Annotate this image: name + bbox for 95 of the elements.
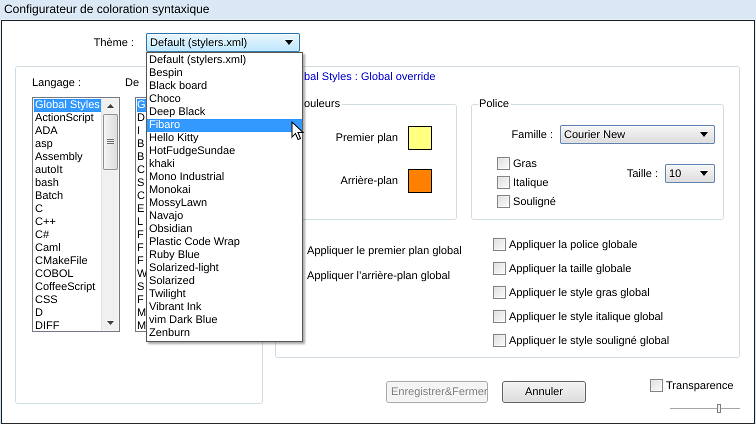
checkbox-label: Appliquer la taille globale bbox=[509, 262, 632, 274]
color-swatch[interactable] bbox=[408, 126, 432, 150]
language-item[interactable]: C# bbox=[34, 229, 101, 242]
scrollbar-thumb[interactable] bbox=[103, 114, 118, 170]
language-item[interactable]: Batch bbox=[34, 190, 101, 203]
language-item[interactable]: CoffeeScript bbox=[34, 281, 101, 294]
checkbox-label: Appliquer le style souligné global bbox=[509, 334, 670, 346]
language-item[interactable]: autoIt bbox=[34, 164, 101, 177]
checkbox[interactable] bbox=[497, 176, 510, 189]
theme-option[interactable]: Navajo bbox=[147, 210, 302, 223]
checkbox[interactable] bbox=[493, 286, 506, 299]
style-item[interactable]: D bbox=[137, 112, 147, 125]
checkbox-label: Italique bbox=[513, 176, 548, 188]
slider-thumb[interactable] bbox=[717, 404, 721, 413]
language-item[interactable]: D bbox=[34, 307, 101, 320]
theme-option[interactable]: Zenburn bbox=[147, 327, 302, 340]
checkbox-label: Transparence bbox=[666, 380, 734, 392]
language-item[interactable]: C++ bbox=[34, 216, 101, 229]
theme-dropdown[interactable]: Default (stylers.xml) bbox=[146, 33, 300, 52]
style-label: De bbox=[125, 77, 140, 90]
checkbox-label: Appliquer le style italique global bbox=[509, 310, 664, 322]
color-label: Premier plan bbox=[336, 132, 398, 144]
theme-option[interactable]: Deep Black bbox=[147, 106, 302, 119]
family-dropdown[interactable]: Courier New bbox=[560, 125, 715, 144]
language-item[interactable]: Caml bbox=[34, 242, 101, 255]
theme-option[interactable]: Bespin bbox=[147, 67, 302, 80]
color-swatch[interactable] bbox=[408, 169, 432, 193]
language-item[interactable]: CMakeFile bbox=[34, 255, 101, 268]
checkbox[interactable] bbox=[650, 379, 663, 392]
transparency-slider[interactable] bbox=[670, 404, 740, 414]
language-item[interactable]: ActionScript bbox=[34, 112, 101, 125]
theme-option[interactable]: Monokai bbox=[147, 184, 302, 197]
theme-option[interactable]: Black board bbox=[147, 80, 302, 93]
checkbox-label: Appliquer la police globale bbox=[509, 238, 638, 250]
style-heading: bal Styles : Global override bbox=[304, 71, 436, 85]
language-item[interactable]: bash bbox=[34, 177, 101, 190]
theme-option[interactable]: vim Dark Blue bbox=[147, 314, 302, 327]
language-item[interactable]: ADA bbox=[34, 125, 101, 138]
theme-option[interactable]: khaki bbox=[147, 158, 302, 171]
theme-option[interactable]: Plastic Code Wrap bbox=[147, 236, 302, 249]
theme-option[interactable]: Obsidian bbox=[147, 223, 302, 236]
dialog-button[interactable]: Annuler bbox=[502, 381, 586, 403]
caret-icon bbox=[700, 171, 708, 176]
theme-option[interactable]: HotFudgeSundae bbox=[147, 145, 302, 158]
style-item[interactable]: E bbox=[137, 203, 147, 216]
theme-option[interactable]: Solarized-light bbox=[147, 262, 302, 275]
theme-option[interactable]: Twilight bbox=[147, 288, 302, 301]
caret-icon bbox=[285, 40, 293, 45]
theme-option[interactable]: Default (stylers.xml) bbox=[147, 54, 302, 67]
style-item[interactable]: B bbox=[137, 151, 147, 164]
style-item[interactable]: F bbox=[137, 294, 147, 307]
style-item[interactable]: L bbox=[137, 216, 147, 229]
window-title: Configurateur de coloration syntaxique bbox=[4, 2, 210, 16]
size-dropdown[interactable]: 10 bbox=[665, 164, 715, 183]
caret-icon bbox=[700, 132, 708, 137]
style-item[interactable]: F bbox=[137, 255, 147, 268]
style-item[interactable]: I bbox=[137, 125, 147, 138]
style-item[interactable]: F bbox=[137, 229, 147, 242]
language-label: Langage : bbox=[32, 77, 81, 90]
style-item[interactable]: C bbox=[137, 190, 147, 203]
checkbox[interactable] bbox=[493, 238, 506, 251]
checkbox-label: Souligné bbox=[513, 196, 556, 208]
theme-option[interactable]: MossyLawn bbox=[147, 197, 302, 210]
option-label: Appliquer le premier plan global bbox=[306, 245, 463, 258]
language-list[interactable]: Global Styles ActionScript ADA asp Assembly autoIt bash Batch C C++ C# Caml CMakeFile COBOL CoffeeScript CSS D DIFF bbox=[32, 97, 120, 332]
checkbox[interactable] bbox=[497, 195, 510, 208]
language-item[interactable]: C bbox=[34, 203, 101, 216]
language-item[interactable]: DIFF bbox=[34, 320, 101, 333]
style-item[interactable]: M bbox=[137, 320, 147, 331]
option-label: Appliquer l’arrière-plan global bbox=[306, 270, 452, 283]
theme-option[interactable]: Choco bbox=[147, 93, 302, 106]
language-item[interactable]: asp bbox=[34, 138, 101, 151]
checkbox[interactable] bbox=[493, 310, 506, 323]
checkbox[interactable] bbox=[493, 334, 506, 347]
language-item[interactable]: COBOL bbox=[34, 268, 101, 281]
checkbox-label: Gras bbox=[513, 158, 537, 170]
checkbox[interactable] bbox=[493, 262, 506, 275]
family-label: Famille : bbox=[511, 128, 553, 140]
theme-option[interactable]: Ruby Blue bbox=[147, 249, 302, 262]
language-item[interactable]: Assembly bbox=[34, 151, 101, 164]
style-item[interactable]: B bbox=[137, 138, 147, 151]
theme-option[interactable]: Solarized bbox=[147, 275, 302, 288]
checkbox-label: Appliquer le style gras global bbox=[509, 286, 650, 298]
theme-label: Thème : bbox=[92, 36, 134, 48]
style-item[interactable]: F bbox=[137, 242, 147, 255]
theme-option[interactable]: Mono Industrial bbox=[147, 171, 302, 184]
style-item[interactable]: M bbox=[137, 307, 147, 320]
style-item[interactable]: S bbox=[137, 281, 147, 294]
checkbox[interactable] bbox=[497, 157, 510, 170]
color-label: Arrière-plan bbox=[340, 175, 398, 187]
style-item[interactable]: C bbox=[137, 164, 147, 177]
size-label: Taille : bbox=[626, 168, 658, 180]
language-item[interactable]: CSS bbox=[34, 294, 101, 307]
style-item[interactable]: S bbox=[137, 177, 147, 190]
theme-option[interactable]: Vibrant Ink bbox=[147, 301, 302, 314]
